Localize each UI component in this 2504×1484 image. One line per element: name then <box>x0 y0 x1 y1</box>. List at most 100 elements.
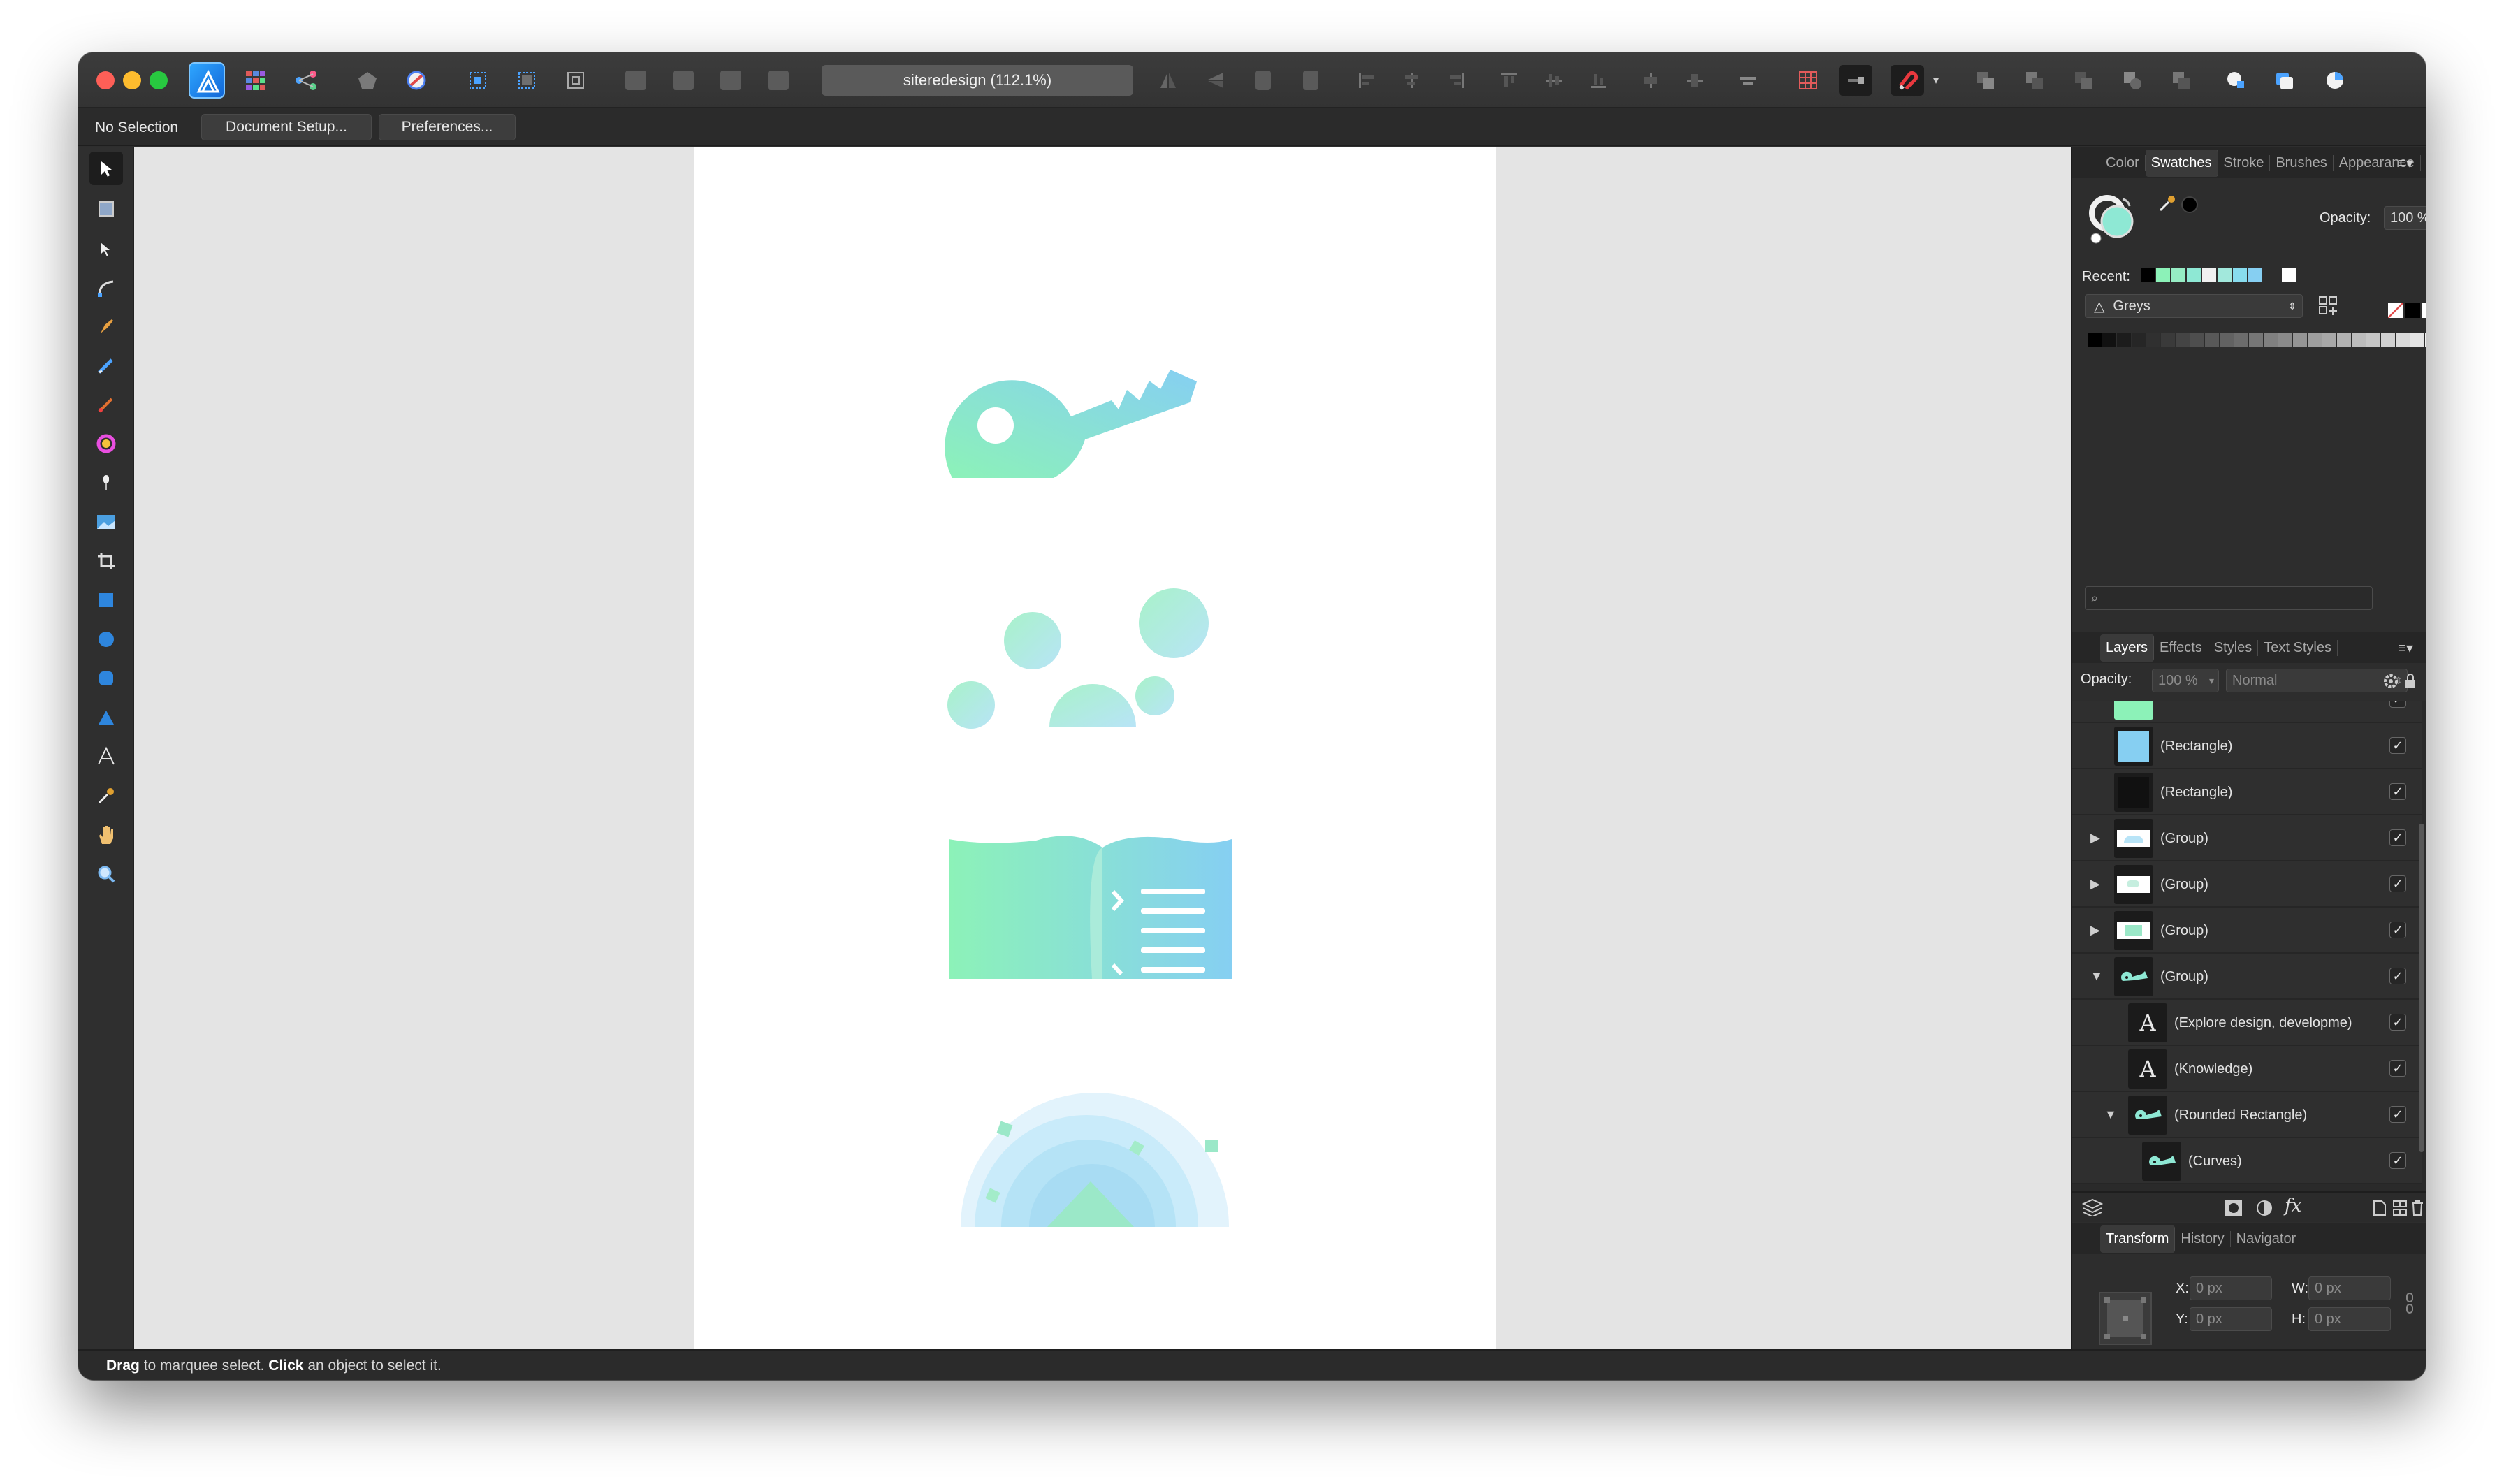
x-field[interactable]: 0 px <box>2190 1276 2272 1300</box>
layer-row[interactable]: (Rectangle) ✓ <box>2072 723 2422 769</box>
pencil-tool-icon[interactable] <box>89 349 123 382</box>
artboard-tool-icon[interactable] <box>89 192 123 226</box>
boolean-3-icon[interactable] <box>2067 65 2100 96</box>
ellipse-tool-icon[interactable] <box>89 623 123 656</box>
layers-stack-icon[interactable] <box>2081 1198 2104 1220</box>
artboard-page[interactable] <box>694 147 1496 1349</box>
add-layer-icon[interactable] <box>2373 1200 2387 1220</box>
lock-icon[interactable] <box>2403 673 2417 693</box>
minimize-window-button[interactable] <box>123 71 141 89</box>
hand-tool-icon[interactable] <box>89 818 123 852</box>
tab-effects[interactable]: Effects <box>2154 639 2208 656</box>
layer-visibility-checkbox[interactable]: ✓ <box>2389 829 2406 846</box>
tab-swatches[interactable]: Swatches <box>2145 149 2218 177</box>
copy-icon[interactable] <box>2268 65 2301 96</box>
layer-visibility-checkbox[interactable]: ✓ <box>2389 1106 2406 1123</box>
arrange-4-icon[interactable] <box>762 65 795 96</box>
collapse-arrow-icon[interactable]: ▼ <box>2090 969 2103 984</box>
fill-stroke-well[interactable] <box>2086 189 2142 245</box>
layer-visibility-checkbox[interactable]: ✓ <box>2389 1014 2406 1031</box>
dome-illustration[interactable] <box>961 1093 1229 1227</box>
align-5-icon[interactable] <box>1537 65 1571 96</box>
layer-row[interactable]: (Curves) ✓ <box>2072 1138 2422 1184</box>
layers-opacity-field[interactable]: 100 % ▾ <box>2152 669 2219 692</box>
boolean-1-icon[interactable] <box>1969 65 2002 96</box>
text-tool-icon[interactable] <box>89 740 123 773</box>
pen-tool-icon[interactable] <box>89 310 123 343</box>
expand-arrow-icon[interactable]: ▶ <box>2090 923 2100 938</box>
layer-row-partial[interactable]: ✓ <box>2072 701 2422 723</box>
color-picker-icon[interactable] <box>400 65 433 96</box>
group-layers-icon[interactable] <box>2392 1200 2408 1220</box>
canvas-area[interactable] <box>134 147 2071 1349</box>
zoom-window-button[interactable] <box>150 71 168 89</box>
flip-h-icon[interactable] <box>1151 65 1185 96</box>
grid-icon[interactable] <box>1791 65 1825 96</box>
tab-layers[interactable]: Layers <box>2100 634 2155 662</box>
layer-visibility-checkbox[interactable]: ✓ <box>2389 1152 2406 1169</box>
palette-selector[interactable]: △ Greys ⇕ <box>2085 294 2303 318</box>
tab-color[interactable]: Color <box>2100 154 2146 171</box>
boolean-4-icon[interactable] <box>2116 65 2149 96</box>
arrange-3-icon[interactable] <box>714 65 748 96</box>
triangle-tool-icon[interactable] <box>89 701 123 734</box>
blend-mode-select[interactable]: Normal ⇕ <box>2226 669 2408 692</box>
layer-visibility-checkbox[interactable]: ✓ <box>2389 737 2406 754</box>
persona-grid-icon[interactable] <box>239 65 272 96</box>
eyedropper-tool-icon[interactable] <box>89 779 123 813</box>
link-proportions-icon[interactable] <box>2405 1292 2415 1318</box>
layer-row[interactable]: ▼ (Rounded Rectangle) ✓ <box>2072 1092 2422 1138</box>
preferences-button[interactable]: Preferences... <box>379 114 516 140</box>
align-3-icon[interactable] <box>1439 65 1473 96</box>
align-8-icon[interactable] <box>1678 65 1712 96</box>
layer-visibility-checkbox[interactable]: ✓ <box>2389 701 2406 708</box>
book-illustration[interactable] <box>949 836 1232 979</box>
magnet-icon[interactable] <box>1891 65 1924 96</box>
snap-1-icon[interactable] <box>461 65 495 96</box>
rotate-r-icon[interactable] <box>1294 65 1327 96</box>
key-illustration[interactable] <box>945 370 1197 478</box>
adjustment-icon[interactable] <box>2255 1200 2273 1220</box>
h-field[interactable]: 0 px <box>2308 1307 2391 1331</box>
fill-tool-icon[interactable] <box>89 427 123 460</box>
align-1-icon[interactable] <box>1350 65 1383 96</box>
panel-menu-icon[interactable]: ≡▾ <box>2392 154 2419 172</box>
flip-v-icon[interactable] <box>1199 65 1232 96</box>
layer-visibility-checkbox[interactable]: ✓ <box>2389 783 2406 800</box>
tab-navigator[interactable]: Navigator <box>2231 1231 2302 1247</box>
arrange-2-icon[interactable] <box>667 65 700 96</box>
align-2-icon[interactable] <box>1395 65 1428 96</box>
share-icon[interactable] <box>289 65 323 96</box>
arrange-1-icon[interactable] <box>619 65 653 96</box>
layer-visibility-checkbox[interactable]: ✓ <box>2389 922 2406 938</box>
layer-visibility-checkbox[interactable]: ✓ <box>2389 875 2406 892</box>
align-6-icon[interactable] <box>1582 65 1615 96</box>
corner-tool-icon[interactable] <box>89 272 123 305</box>
snap-3-icon[interactable] <box>559 65 592 96</box>
anchor-selector[interactable] <box>2099 1292 2152 1345</box>
tab-transform[interactable]: Transform <box>2100 1225 2176 1253</box>
close-window-button[interactable] <box>96 71 115 89</box>
layer-row[interactable]: A (Explore design, developme) ✓ <box>2072 1000 2422 1046</box>
boolean-icon[interactable] <box>351 65 384 96</box>
bubbles-illustration[interactable] <box>947 588 1209 729</box>
layer-row[interactable]: ▶ (Group) ✓ <box>2072 815 2422 861</box>
rounded-rectangle-tool-icon[interactable] <box>89 662 123 695</box>
align-4-icon[interactable] <box>1492 65 1526 96</box>
transparency-tool-icon[interactable] <box>89 466 123 500</box>
crop-tool-icon[interactable] <box>89 544 123 578</box>
eyedropper-icon[interactable] <box>2157 194 2177 217</box>
add-swatch-icon[interactable] <box>2318 296 2339 320</box>
layer-row[interactable]: A (Knowledge) ✓ <box>2072 1046 2422 1092</box>
node-tool-icon[interactable] <box>89 233 123 266</box>
tab-brushes[interactable]: Brushes <box>2270 154 2334 171</box>
zoom-tool-icon[interactable] <box>89 857 123 891</box>
app-icon[interactable] <box>189 62 225 99</box>
rectangle-tool-icon[interactable] <box>89 583 123 617</box>
fx-icon[interactable]: fx <box>2285 1195 2301 1216</box>
y-field[interactable]: 0 px <box>2190 1307 2272 1331</box>
rotate-l-icon[interactable] <box>1246 65 1280 96</box>
mask-icon[interactable] <box>2225 1200 2243 1220</box>
tab-stroke[interactable]: Stroke <box>2218 154 2271 171</box>
align-9-icon[interactable] <box>1731 65 1765 96</box>
